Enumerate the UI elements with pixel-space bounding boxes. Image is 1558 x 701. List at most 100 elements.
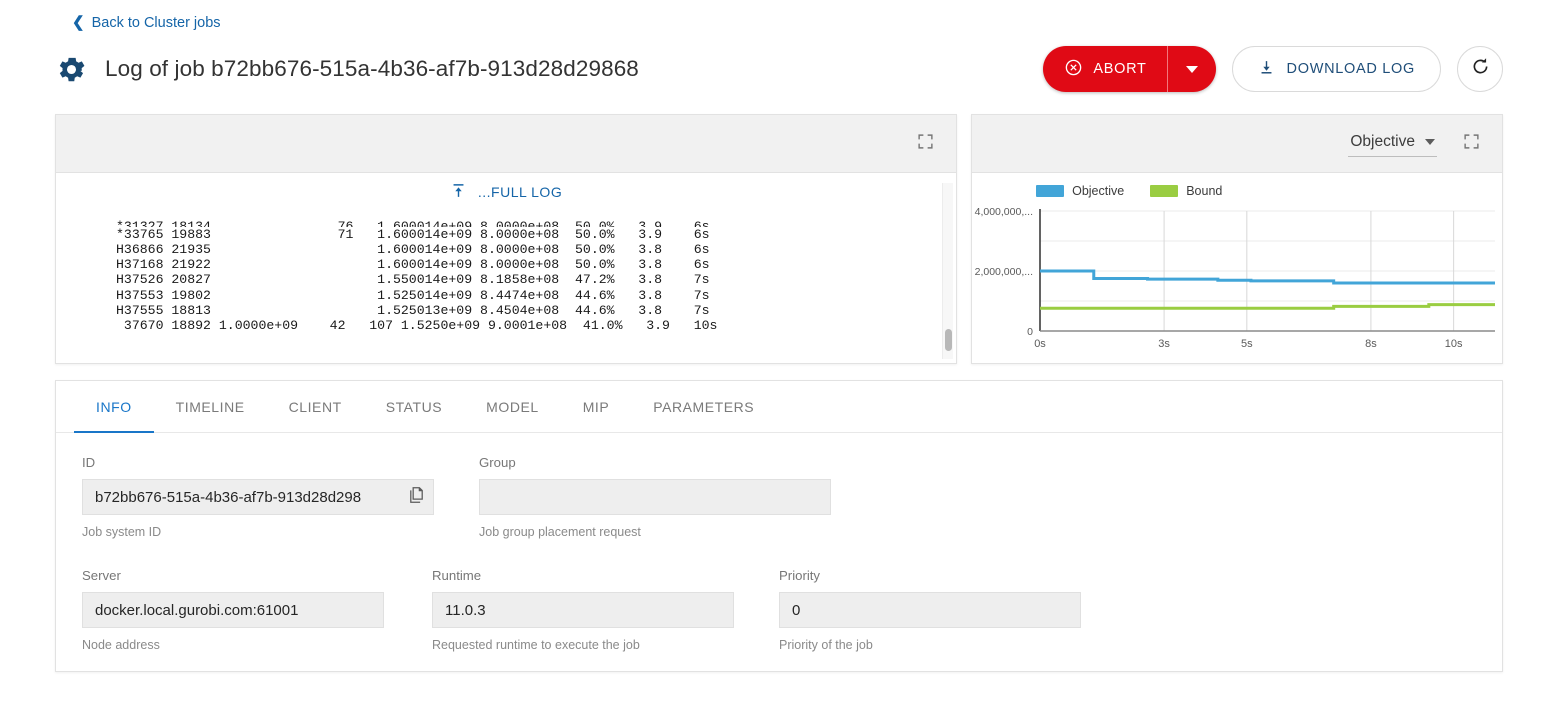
cancel-circle-icon xyxy=(1064,58,1083,81)
runtime-input[interactable]: 11.0.3 xyxy=(432,592,734,628)
chart-x-tick-label: 8s xyxy=(1365,338,1377,350)
upload-top-icon xyxy=(450,182,467,202)
id-input[interactable]: b72bb676-515a-4b36-af7b-913d28d298 xyxy=(82,479,434,515)
download-log-button[interactable]: DOWNLOAD LOG xyxy=(1232,46,1441,92)
chart-metric-value: Objective xyxy=(1350,133,1415,151)
group-input[interactable] xyxy=(479,479,831,515)
log-scrollbar-thumb[interactable] xyxy=(945,329,952,351)
job-details-card: INFO TIMELINE CLIENT STATUS MODEL MIP PARAMETE… xyxy=(55,380,1503,672)
tab-bar: INFO TIMELINE CLIENT STATUS MODEL MIP PARAMETE… xyxy=(56,381,1502,433)
log-line: H37553 19802 1.525014e+09 8.4474e+08 44.… xyxy=(116,288,710,303)
chevron-left-icon: ❮ xyxy=(72,15,85,30)
chart-x-tick-label: 3s xyxy=(1158,338,1170,350)
panels-row: ...FULL LOG *31327 18134 76 1.600014e+09… xyxy=(0,92,1558,364)
priority-label: Priority xyxy=(779,568,1081,583)
page-title: Log of job b72bb676-515a-4b36-af7b-913d2… xyxy=(105,56,639,82)
tab-client[interactable]: CLIENT xyxy=(267,381,364,432)
priority-value: 0 xyxy=(792,602,800,619)
server-input[interactable]: docker.local.gurobi.com:61001 xyxy=(82,592,384,628)
tab-status[interactable]: STATUS xyxy=(364,381,464,432)
refresh-icon xyxy=(1470,56,1491,82)
abort-button[interactable]: ABORT xyxy=(1043,46,1167,92)
chart-series-objective xyxy=(1040,271,1495,283)
header-actions: ABORT DOWNLOAD LOG xyxy=(1043,46,1503,92)
job-log-page: ❮ Back to Cluster jobs Log of job b72bb6… xyxy=(0,0,1558,701)
top-bar: ❮ Back to Cluster jobs Log of job b72bb6… xyxy=(0,0,1558,92)
tab-label: PARAMETERS xyxy=(653,399,754,415)
id-hint: Job system ID xyxy=(82,525,434,539)
log-line: H36866 21935 1.600014e+09 8.0000e+08 50.… xyxy=(116,242,710,257)
info-form: ID b72bb676-515a-4b36-af7b-913d28d298 Jo… xyxy=(56,433,1502,652)
field-group: Group Job group placement request xyxy=(479,455,831,539)
runtime-value: 11.0.3 xyxy=(445,602,486,619)
abort-dropdown-button[interactable] xyxy=(1168,46,1216,92)
chart-x-tick-label: 0s xyxy=(1034,338,1046,350)
log-line: H37555 18813 1.525013e+09 8.4504e+08 44.… xyxy=(116,303,710,318)
server-label: Server xyxy=(82,568,384,583)
log-panel: ...FULL LOG *31327 18134 76 1.600014e+09… xyxy=(55,114,957,364)
tab-label: CLIENT xyxy=(289,399,342,415)
download-icon xyxy=(1258,59,1275,80)
priority-input[interactable]: 0 xyxy=(779,592,1081,628)
form-row-1: ID b72bb676-515a-4b36-af7b-913d28d298 Jo… xyxy=(82,455,1476,539)
runtime-hint: Requested runtime to execute the job xyxy=(432,638,734,652)
title-row: Log of job b72bb676-515a-4b36-af7b-913d2… xyxy=(0,32,1558,92)
chevron-down-icon xyxy=(1186,66,1198,73)
tab-label: MODEL xyxy=(486,399,539,415)
chevron-down-icon xyxy=(1425,139,1435,145)
field-id: ID b72bb676-515a-4b36-af7b-913d28d298 Jo… xyxy=(82,455,434,539)
fullscreen-icon[interactable] xyxy=(1463,133,1480,155)
group-label: Group xyxy=(479,455,831,470)
fullscreen-icon[interactable] xyxy=(917,133,934,155)
form-row-2: Server docker.local.gurobi.com:61001 Nod… xyxy=(82,568,1476,652)
log-text[interactable]: *31327 18134 76 1.600014e+09 8.0000e+08 … xyxy=(56,186,956,350)
chart-metric-select[interactable]: Objective xyxy=(1348,131,1437,157)
chart-series-bound xyxy=(1040,305,1495,309)
title-left: Log of job b72bb676-515a-4b36-af7b-913d2… xyxy=(55,53,639,86)
tab-label: STATUS xyxy=(386,399,442,415)
tab-info[interactable]: INFO xyxy=(74,381,154,432)
tab-timeline[interactable]: TIMELINE xyxy=(154,381,267,432)
field-priority: Priority 0 Priority of the job xyxy=(779,568,1081,652)
log-body: ...FULL LOG *31327 18134 76 1.600014e+09… xyxy=(56,173,956,363)
id-label: ID xyxy=(82,455,434,470)
log-panel-toolbar xyxy=(56,115,956,173)
priority-hint: Priority of the job xyxy=(779,638,1081,652)
log-line-clipped: *31327 18134 76 1.600014e+09 8.0000e+08 … xyxy=(116,219,956,227)
abort-label: ABORT xyxy=(1093,61,1146,77)
back-link-label: Back to Cluster jobs xyxy=(92,15,221,31)
full-log-label: ...FULL LOG xyxy=(478,184,562,200)
refresh-button[interactable] xyxy=(1457,46,1503,92)
server-value: docker.local.gurobi.com:61001 xyxy=(95,602,298,619)
tab-parameters[interactable]: PARAMETERS xyxy=(631,381,776,432)
tab-label: INFO xyxy=(96,399,132,415)
chart-panel-toolbar: Objective xyxy=(972,115,1502,173)
tab-label: TIMELINE xyxy=(176,399,245,415)
log-scrollbar[interactable] xyxy=(942,183,953,359)
log-line: H37526 20827 1.550014e+09 8.1858e+08 47.… xyxy=(116,272,710,287)
group-hint: Job group placement request xyxy=(479,525,831,539)
copy-icon[interactable] xyxy=(407,486,426,509)
chart-y-tick-label: 2,000,000,... xyxy=(975,266,1033,278)
chart-panel: Objective Objective xyxy=(971,114,1503,364)
back-to-cluster-jobs-link[interactable]: ❮ Back to Cluster jobs xyxy=(72,15,221,31)
gear-icon xyxy=(55,53,88,86)
chart-x-tick-label: 5s xyxy=(1241,338,1253,350)
objective-bound-line-chart: 0 2,000,000,... 4,000,000,... 0s 3s 5s 8s 10s xyxy=(972,173,1505,363)
chart-y-tick-label: 0 xyxy=(1027,326,1033,338)
id-value: b72bb676-515a-4b36-af7b-913d28d298 xyxy=(95,489,361,506)
chart-body: Objective Bound 02,000,000,...4,000,000,… xyxy=(972,173,1502,363)
log-line: 37670 18892 1.0000e+09 42 107 1.5250e+09… xyxy=(116,318,717,333)
tab-model[interactable]: MODEL xyxy=(464,381,561,432)
chart-x-tick-label: 10s xyxy=(1445,338,1463,350)
tab-label: MIP xyxy=(583,399,610,415)
log-line: *33765 19883 71 1.600014e+09 8.0000e+08 … xyxy=(116,227,710,242)
tab-mip[interactable]: MIP xyxy=(561,381,632,432)
chart-y-tick-label: 4,000,000,... xyxy=(975,206,1033,218)
full-log-button[interactable]: ...FULL LOG xyxy=(450,182,562,202)
runtime-label: Runtime xyxy=(432,568,734,583)
log-line: H37168 21922 1.600014e+09 8.0000e+08 50.… xyxy=(116,257,710,272)
abort-button-group[interactable]: ABORT xyxy=(1043,46,1215,92)
server-hint: Node address xyxy=(82,638,384,652)
field-runtime: Runtime 11.0.3 Requested runtime to exec… xyxy=(432,568,734,652)
